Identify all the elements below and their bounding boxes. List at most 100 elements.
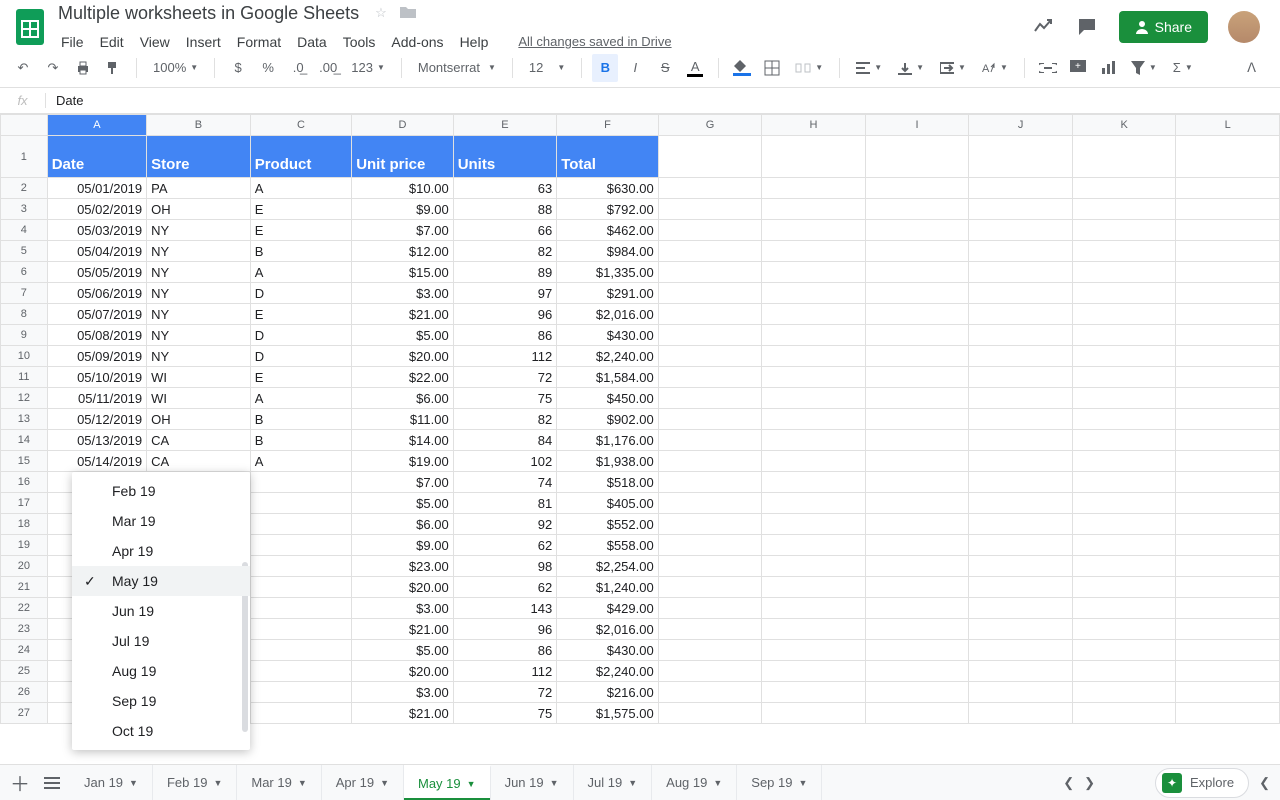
account-avatar[interactable] [1228, 11, 1260, 43]
cell[interactable] [969, 220, 1073, 241]
cell[interactable]: CA [147, 451, 251, 472]
cell[interactable] [1072, 220, 1176, 241]
cell[interactable]: 05/09/2019 [47, 346, 146, 367]
col-header-G[interactable]: G [658, 115, 762, 136]
cell[interactable]: $405.00 [557, 493, 659, 514]
cell[interactable] [1072, 178, 1176, 199]
cell[interactable] [1176, 346, 1280, 367]
cell[interactable]: 75 [453, 703, 557, 724]
spreadsheet-grid[interactable]: ABCDEFGHIJKL1DateStoreProductUnit priceU… [0, 114, 1280, 774]
font-size-dropdown[interactable]: 12▼ [523, 60, 571, 75]
cell[interactable] [250, 640, 352, 661]
cell[interactable] [969, 283, 1073, 304]
cell[interactable]: $5.00 [352, 640, 454, 661]
cell[interactable] [658, 388, 762, 409]
cell[interactable] [865, 682, 969, 703]
cell[interactable] [865, 577, 969, 598]
cell[interactable]: $11.00 [352, 409, 454, 430]
cell[interactable] [1176, 136, 1280, 178]
sheet-tab-mar-19[interactable]: Mar 19▼ [237, 765, 321, 800]
cell[interactable] [969, 262, 1073, 283]
cell[interactable] [250, 514, 352, 535]
cell[interactable]: $19.00 [352, 451, 454, 472]
tab-scroll-left-button[interactable]: ❮ [1063, 775, 1074, 791]
cell[interactable]: $291.00 [557, 283, 659, 304]
row-header-22[interactable]: 22 [1, 598, 48, 619]
cell[interactable]: A [250, 178, 352, 199]
cell[interactable]: $552.00 [557, 514, 659, 535]
percent-button[interactable]: % [255, 54, 281, 82]
cell[interactable] [762, 367, 866, 388]
row-header-6[interactable]: 6 [1, 262, 48, 283]
cell[interactable]: 72 [453, 682, 557, 703]
cell[interactable]: A [250, 451, 352, 472]
tab-dropdown-icon[interactable]: ▼ [550, 778, 559, 788]
activity-icon[interactable] [1031, 15, 1055, 39]
cell[interactable] [1176, 430, 1280, 451]
cell[interactable]: B [250, 430, 352, 451]
folder-icon[interactable] [399, 5, 417, 21]
cell[interactable] [969, 493, 1073, 514]
cell[interactable] [250, 598, 352, 619]
tab-dropdown-icon[interactable]: ▼ [713, 778, 722, 788]
cell[interactable]: $2,016.00 [557, 304, 659, 325]
tab-dropdown-icon[interactable]: ▼ [467, 779, 476, 789]
row-header-16[interactable]: 16 [1, 472, 48, 493]
cell[interactable]: NY [147, 262, 251, 283]
col-header-C[interactable]: C [250, 115, 352, 136]
col-header-J[interactable]: J [969, 115, 1073, 136]
cell[interactable] [865, 220, 969, 241]
cell[interactable]: $558.00 [557, 535, 659, 556]
menu-help[interactable]: Help [453, 30, 496, 54]
popup-item-aug-19[interactable]: Aug 19 [72, 656, 250, 686]
row-header-13[interactable]: 13 [1, 409, 48, 430]
cell[interactable]: D [250, 346, 352, 367]
cell[interactable]: 05/01/2019 [47, 178, 146, 199]
menu-tools[interactable]: Tools [336, 30, 383, 54]
cell[interactable]: E [250, 367, 352, 388]
cell[interactable]: 143 [453, 598, 557, 619]
cell[interactable] [762, 304, 866, 325]
cell[interactable] [969, 325, 1073, 346]
cell[interactable]: $630.00 [557, 178, 659, 199]
cell[interactable] [762, 535, 866, 556]
row-header-18[interactable]: 18 [1, 514, 48, 535]
text-rotation-button[interactable]: A▼ [976, 61, 1014, 75]
row-header-14[interactable]: 14 [1, 430, 48, 451]
cell[interactable] [762, 262, 866, 283]
cell[interactable] [1072, 598, 1176, 619]
cell[interactable] [762, 388, 866, 409]
cell[interactable] [1072, 640, 1176, 661]
cell[interactable] [865, 199, 969, 220]
save-status[interactable]: All changes saved in Drive [511, 30, 678, 53]
cell[interactable] [1072, 262, 1176, 283]
cell[interactable]: D [250, 283, 352, 304]
cell[interactable]: 82 [453, 241, 557, 262]
currency-button[interactable]: $ [225, 54, 251, 82]
cell[interactable] [1176, 220, 1280, 241]
menu-insert[interactable]: Insert [179, 30, 228, 54]
cell[interactable] [762, 136, 866, 178]
cell[interactable] [762, 514, 866, 535]
row-header-19[interactable]: 19 [1, 535, 48, 556]
cell[interactable]: 05/04/2019 [47, 241, 146, 262]
menu-data[interactable]: Data [290, 30, 334, 54]
sheets-logo-icon[interactable] [10, 7, 50, 47]
cell[interactable] [250, 493, 352, 514]
cell[interactable] [865, 619, 969, 640]
cell[interactable]: $5.00 [352, 325, 454, 346]
cell[interactable] [1072, 409, 1176, 430]
cell[interactable] [969, 619, 1073, 640]
cell[interactable] [1072, 388, 1176, 409]
cell[interactable] [762, 640, 866, 661]
cell[interactable]: A [250, 262, 352, 283]
cell[interactable]: $3.00 [352, 283, 454, 304]
col-header-A[interactable]: A [47, 115, 146, 136]
all-sheets-button[interactable] [44, 777, 60, 789]
cell[interactable]: A [250, 388, 352, 409]
cell[interactable]: $9.00 [352, 199, 454, 220]
increase-decimal-button[interactable]: .00̲ [315, 54, 341, 82]
cell[interactable] [250, 661, 352, 682]
cell[interactable] [1176, 493, 1280, 514]
cell[interactable] [250, 472, 352, 493]
